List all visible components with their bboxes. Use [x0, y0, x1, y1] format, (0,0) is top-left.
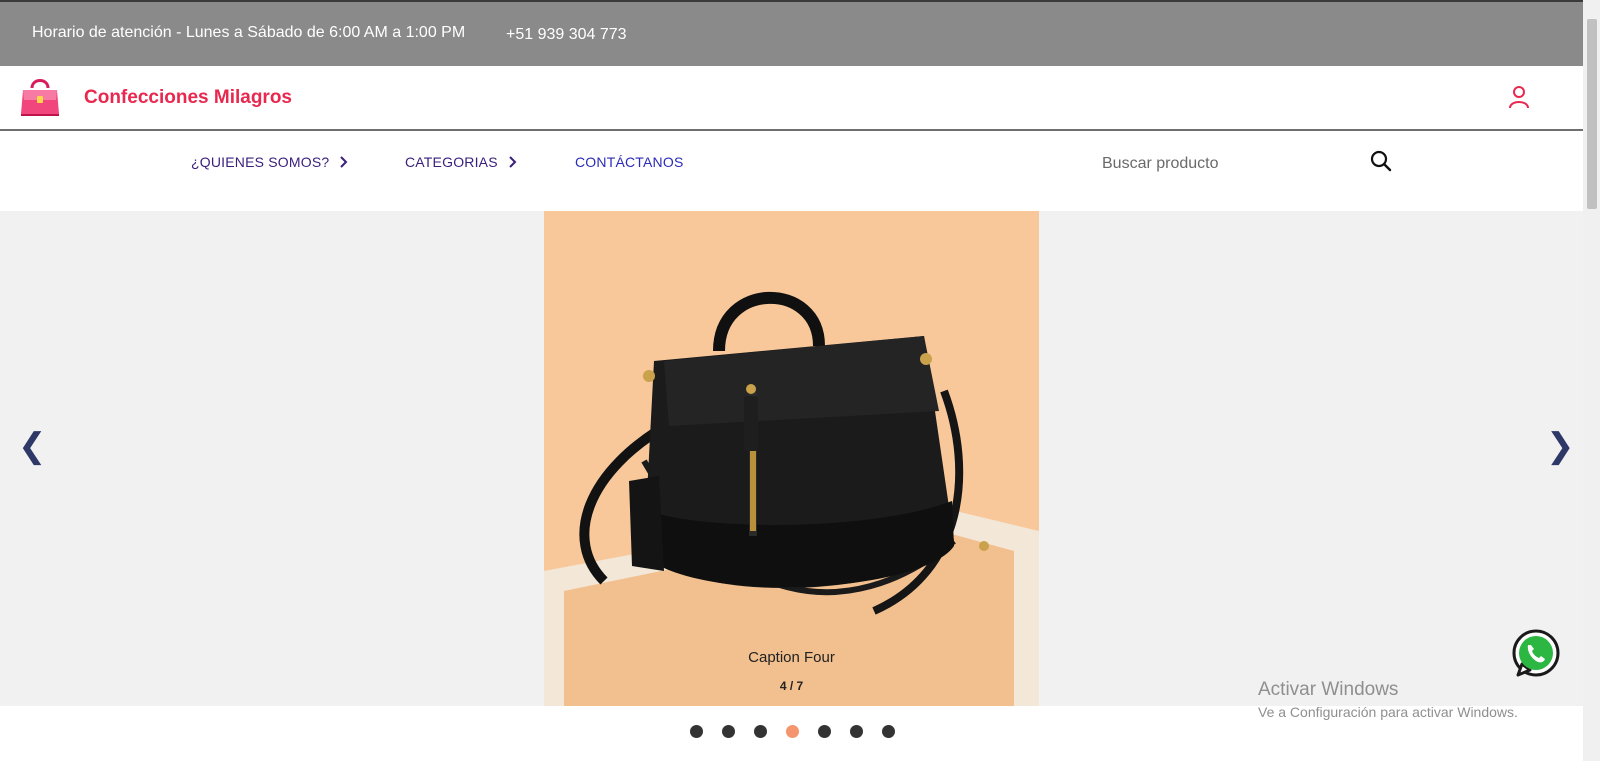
nav-item-quienes-somos[interactable]: ¿QUIENES SOMOS? — [191, 154, 349, 170]
nav-item-label: CONTÁCTANOS — [575, 154, 684, 170]
page: Horario de atención - Lunes a Sábado de … — [0, 0, 1600, 761]
chevron-right-icon — [340, 156, 348, 168]
carousel-dot[interactable] — [754, 725, 767, 738]
scrollbar-thumb[interactable] — [1587, 19, 1597, 209]
page-scrollbar[interactable] — [1583, 0, 1600, 761]
info-bar: Horario de atención - Lunes a Sábado de … — [0, 0, 1583, 66]
carousel-dot[interactable] — [690, 725, 703, 738]
search-input[interactable] — [1100, 149, 1360, 179]
carousel-dot[interactable] — [882, 725, 895, 738]
business-hours: Horario de atención - Lunes a Sábado de … — [32, 24, 466, 41]
search-icon[interactable] — [1370, 150, 1392, 172]
phone-number: +51 939 304 773 — [506, 26, 627, 43]
main-nav: ¿QUIENES SOMOS? CATEGORIAS CONTÁCTANOS — [0, 131, 1583, 211]
image-carousel: ❮ Caption Four 4 / 7 ❯ — [0, 211, 1583, 706]
slide-caption: Caption Four — [748, 649, 835, 666]
brand-name[interactable]: Confecciones Milagros — [84, 87, 292, 109]
carousel-dots — [690, 725, 895, 738]
nav-item-label: ¿QUIENES SOMOS? — [191, 154, 330, 170]
user-icon[interactable] — [1508, 85, 1530, 109]
carousel-dot-active[interactable] — [786, 725, 799, 738]
carousel-dot[interactable] — [850, 725, 863, 738]
whatsapp-icon[interactable] — [1510, 628, 1562, 680]
backpack-product-image — [544, 211, 1039, 706]
handbag-logo-icon[interactable] — [18, 74, 62, 118]
watermark-title: Activar Windows — [1258, 679, 1399, 700]
carousel-next-button[interactable]: ❯ — [1546, 429, 1575, 463]
carousel-prev-button[interactable]: ❮ — [18, 429, 47, 463]
nav-item-categorias[interactable]: CATEGORIAS — [405, 154, 518, 170]
brand-header: Confecciones Milagros — [0, 66, 1583, 131]
carousel-slide: Caption Four 4 / 7 — [544, 211, 1039, 706]
slide-counter: 4 / 7 — [779, 679, 804, 693]
chevron-right-icon — [509, 156, 517, 168]
nav-item-contactanos[interactable]: CONTÁCTANOS — [575, 154, 684, 170]
watermark-subtitle: Ve a Configuración para activar Windows. — [1258, 704, 1518, 720]
nav-item-label: CATEGORIAS — [405, 154, 498, 170]
carousel-dot[interactable] — [722, 725, 735, 738]
carousel-dot[interactable] — [818, 725, 831, 738]
windows-activation-watermark: Activar Windows Ve a Configuración para … — [1258, 679, 1518, 720]
